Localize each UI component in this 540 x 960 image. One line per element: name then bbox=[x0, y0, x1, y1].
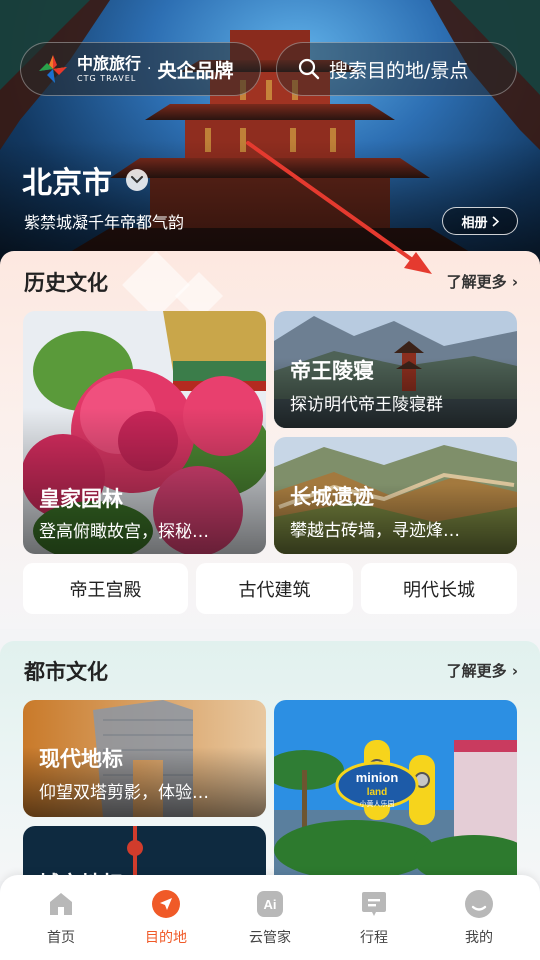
card-modern-landmark[interactable]: 现代地标 仰望双塔剪影，体验… bbox=[23, 700, 266, 817]
tab-label: 云管家 bbox=[249, 930, 291, 946]
card-label: 长城遗迹 bbox=[290, 485, 374, 509]
urban-section-title: 都市文化 bbox=[24, 660, 108, 684]
tab-cloud-butler[interactable]: Ai 云管家 bbox=[230, 889, 310, 947]
ctg-logo-icon bbox=[39, 55, 67, 83]
minion-land-image: minion land 小黄人乐园 bbox=[274, 700, 517, 896]
sign-line-2: land bbox=[367, 787, 388, 798]
card-great-wall[interactable]: 长城遗迹 攀越古砖墙，寻迹烽… bbox=[274, 437, 517, 554]
tab-label: 我的 bbox=[465, 930, 493, 946]
sign-line-3: 小黄人乐园 bbox=[360, 799, 395, 808]
history-more-link[interactable]: 了解更多 › bbox=[447, 271, 518, 292]
chevron-down-icon[interactable] bbox=[126, 169, 148, 191]
card-label: 帝王陵寝 bbox=[290, 359, 374, 383]
home-icon bbox=[50, 893, 72, 915]
brand-pill[interactable]: 中旅旅行 CTG TRAVEL · 央企品牌 bbox=[20, 42, 261, 96]
profile-icon bbox=[465, 890, 493, 918]
city-name: 北京市 bbox=[22, 166, 112, 201]
brand-name-en: CTG TRAVEL bbox=[77, 73, 137, 83]
tab-home[interactable]: 首页 bbox=[21, 889, 101, 947]
tab-label: 行程 bbox=[360, 930, 388, 946]
album-button[interactable]: 相册 bbox=[442, 207, 518, 235]
search-icon bbox=[298, 58, 320, 80]
album-button-label: 相册 bbox=[461, 215, 488, 231]
chip-ming-great-wall[interactable]: 明代长城 bbox=[361, 563, 517, 614]
search-placeholder: 搜索目的地/景点 bbox=[329, 59, 469, 82]
ai-icon-text: Ai bbox=[264, 897, 277, 912]
sign-line-1: minion bbox=[356, 770, 399, 785]
card-desc: 攀越古砖墙，寻迹烽… bbox=[290, 521, 460, 541]
card-theme-park[interactable]: minion land 小黄人乐园 bbox=[274, 700, 517, 896]
search-bar[interactable]: 搜索目的地/景点 bbox=[276, 42, 517, 96]
card-desc: 登高俯瞰故宫，探秘… bbox=[39, 522, 209, 542]
destination-icon bbox=[152, 890, 180, 918]
history-more-label: 了解更多 bbox=[446, 273, 507, 291]
chevron-right-icon: › bbox=[511, 662, 518, 680]
brand-name-cn: 中旅旅行 bbox=[77, 53, 142, 73]
card-label: 现代地标 bbox=[39, 747, 123, 771]
brand-separator: · bbox=[147, 61, 152, 77]
chevron-right-icon: › bbox=[511, 273, 518, 291]
card-imperial-tombs[interactable]: 帝王陵寝 探访明代帝王陵寝群 bbox=[274, 311, 517, 428]
history-section-title: 历史文化 bbox=[24, 271, 108, 295]
chip-ancient-architecture[interactable]: 古代建筑 bbox=[196, 563, 353, 614]
tab-destination[interactable]: 目的地 bbox=[126, 889, 206, 947]
chip-imperial-palace[interactable]: 帝王宫殿 bbox=[23, 563, 188, 614]
card-royal-garden[interactable]: 皇家园林 登高俯瞰故宫，探秘… bbox=[23, 311, 266, 554]
bottom-tab-bar: 首页 目的地 Ai 云管家 行程 我的 bbox=[0, 875, 540, 960]
city-subtitle: 紫禁城凝千年帝都气韵 bbox=[24, 213, 185, 232]
tab-label: 目的地 bbox=[145, 930, 187, 946]
decorative-shape bbox=[122, 251, 190, 319]
card-desc: 仰望双塔剪影，体验… bbox=[39, 783, 209, 803]
card-desc: 探访明代帝王陵寝群 bbox=[290, 395, 443, 415]
urban-more-label: 了解更多 bbox=[446, 662, 507, 680]
brand-name: 中旅旅行 CTG TRAVEL bbox=[77, 53, 142, 83]
urban-more-link[interactable]: 了解更多 › bbox=[447, 660, 518, 681]
brand-tagline: 央企品牌 bbox=[157, 59, 234, 82]
tab-label: 首页 bbox=[47, 930, 75, 946]
card-label: 皇家园林 bbox=[39, 487, 123, 511]
ai-icon: Ai bbox=[257, 891, 283, 917]
chevron-right-icon bbox=[491, 215, 499, 227]
tab-profile[interactable]: 我的 bbox=[439, 889, 519, 947]
itinerary-icon bbox=[362, 892, 386, 916]
city-selector[interactable]: 北京市 bbox=[22, 158, 148, 202]
tab-itinerary[interactable]: 行程 bbox=[334, 889, 414, 947]
